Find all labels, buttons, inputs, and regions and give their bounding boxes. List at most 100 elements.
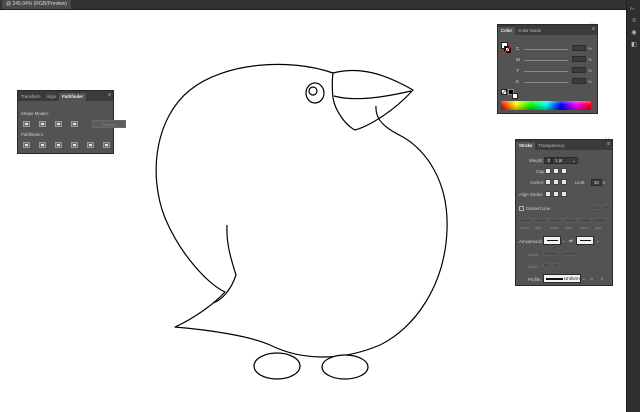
channel-y[interactable]: Y % — [516, 67, 594, 74]
round-cap-icon[interactable] — [553, 168, 559, 174]
dash-align-icon[interactable] — [602, 205, 611, 210]
start-arrowhead-select[interactable] — [543, 236, 561, 245]
profile-select[interactable]: Uniform — [543, 274, 581, 283]
dock-label: Pr — [630, 6, 634, 11]
tab-color[interactable]: Color — [498, 27, 516, 35]
panel-menu-icon[interactable]: ≡ — [607, 142, 610, 147]
miter-join-icon[interactable] — [545, 179, 551, 185]
channel-y-slider[interactable] — [524, 71, 568, 72]
dash-field-1[interactable] — [519, 218, 532, 223]
swap-arrowheads-icon[interactable]: ⇄ — [569, 238, 573, 244]
channel-k-slider[interactable] — [524, 82, 568, 83]
end-scale-input[interactable] — [562, 251, 578, 256]
minus-front-icon[interactable] — [39, 121, 46, 127]
panel-menu-icon[interactable]: ≡ — [108, 93, 111, 98]
dash-label-3: dash — [580, 225, 589, 230]
exclude-icon[interactable] — [71, 121, 78, 127]
channel-m-slider[interactable] — [524, 60, 568, 61]
document-tab-bar: @ 245.04% (RGB/Preview) × — [0, 0, 640, 10]
crop-icon[interactable] — [71, 142, 78, 148]
bevel-join-icon[interactable] — [561, 179, 567, 185]
channel-c[interactable]: C % — [516, 45, 594, 52]
panel-menu-icon[interactable]: ≡ — [592, 27, 595, 32]
tab-transform[interactable]: Transform — [18, 93, 43, 101]
channel-c-slider[interactable] — [524, 49, 568, 50]
channel-k[interactable]: K % — [516, 78, 594, 85]
arrow-tip-extend-icon[interactable] — [543, 263, 550, 268]
stroke-panel: « × Stroke Transparency ≡ Weight: ⇕ 1 pt… — [515, 135, 613, 286]
divide-icon[interactable] — [23, 142, 30, 148]
color-panel-header: Color Color Guide ≡ — [498, 25, 597, 35]
outline-icon[interactable] — [87, 142, 94, 148]
channel-c-unit: % — [588, 46, 592, 51]
tab-pathfinder[interactable]: Pathfinder — [58, 93, 87, 101]
pathfinder-panel: Transform Align Pathfinder ≡ Shape Modes… — [17, 90, 126, 154]
flip-across-icon[interactable]: ⇅ — [600, 276, 603, 281]
tab-color-guide[interactable]: Color Guide — [515, 27, 544, 35]
round-join-icon[interactable] — [553, 179, 559, 185]
dock-layers-icon[interactable]: ◧ — [631, 42, 637, 48]
gap-field-3[interactable] — [594, 218, 607, 223]
dock-properties-icon[interactable]: ≡ — [631, 18, 637, 24]
dashed-line-checkbox[interactable] — [519, 206, 524, 211]
align-center-icon[interactable] — [545, 191, 551, 197]
limit-unit-icon: x — [603, 180, 606, 185]
bird-foot-right — [321, 354, 369, 380]
arrow-tip-place-icon[interactable] — [552, 263, 559, 268]
dash-field-2[interactable] — [549, 218, 562, 223]
weight-stepper[interactable]: ⇕ — [544, 157, 552, 164]
end-arrowhead-select[interactable] — [576, 236, 594, 245]
scale-label: Scale: — [528, 252, 540, 257]
minus-back-icon[interactable] — [103, 142, 110, 148]
profile-label: Profile: — [528, 277, 542, 282]
butt-cap-icon[interactable] — [545, 168, 551, 174]
shape-modes-label: Shape Modes: — [21, 111, 49, 116]
weight-label: Weight: — [529, 158, 544, 163]
gap-field-1[interactable] — [534, 218, 547, 223]
start-arrowhead-dropdown-icon[interactable]: ⌄ — [562, 238, 566, 244]
bird-body-path — [155, 63, 448, 358]
tab-align[interactable]: Align — [43, 93, 59, 101]
dock-eye-icon[interactable]: ◉ — [631, 30, 637, 36]
color-spectrum[interactable] — [501, 101, 591, 110]
channel-m[interactable]: M % — [516, 56, 594, 63]
limit-label: Limit: — [575, 180, 586, 185]
trim-icon[interactable] — [39, 142, 46, 148]
tab-transparency[interactable]: Transparency — [535, 142, 567, 150]
limit-input[interactable]: 10 — [591, 179, 602, 186]
close-tab-icon[interactable]: × — [56, 0, 59, 9]
align-outside-icon[interactable] — [561, 191, 567, 197]
align-stroke-label: Align Stroke: — [519, 192, 544, 197]
gap-label-2: gap — [565, 225, 572, 230]
channel-k-label: K — [516, 79, 520, 84]
corner-label: Corner: — [530, 180, 545, 185]
dash-field-3[interactable] — [579, 218, 592, 223]
none-swatch-icon[interactable] — [501, 89, 507, 95]
white-swatch[interactable] — [512, 93, 518, 99]
intersect-icon[interactable] — [55, 121, 62, 127]
start-scale-input[interactable] — [543, 251, 559, 256]
channel-m-input[interactable] — [572, 56, 586, 62]
arrowheads-label: Arrowheads: — [519, 239, 544, 244]
expand-button[interactable]: Expand — [92, 120, 126, 128]
end-arrowhead-dropdown-icon[interactable]: ⌄ — [596, 238, 600, 244]
channel-k-input[interactable] — [572, 78, 586, 84]
merge-icon[interactable] — [55, 142, 62, 148]
channel-y-input[interactable] — [572, 67, 586, 73]
gap-field-2[interactable] — [564, 218, 577, 223]
profile-dropdown-icon[interactable]: ⌄ — [582, 276, 586, 282]
channel-m-unit: % — [588, 57, 592, 62]
fill-stroke-swatch[interactable] — [501, 42, 512, 55]
weight-dropdown-icon[interactable]: ⌄ — [572, 158, 576, 164]
align-inside-icon[interactable] — [553, 191, 559, 197]
gap-label-1: gap — [535, 225, 542, 230]
flip-along-icon[interactable]: ⇋ — [590, 276, 593, 281]
channel-c-input[interactable] — [572, 45, 586, 51]
dash-preserve-icon[interactable] — [590, 205, 600, 210]
channel-m-label: M — [516, 57, 520, 62]
document-tab[interactable]: @ 245.04% (RGB/Preview) — [2, 0, 71, 9]
unite-icon[interactable] — [23, 121, 30, 127]
pathfinders-label: Pathfinders: — [21, 132, 44, 137]
projecting-cap-icon[interactable] — [561, 168, 567, 174]
tab-stroke[interactable]: Stroke — [516, 142, 536, 150]
